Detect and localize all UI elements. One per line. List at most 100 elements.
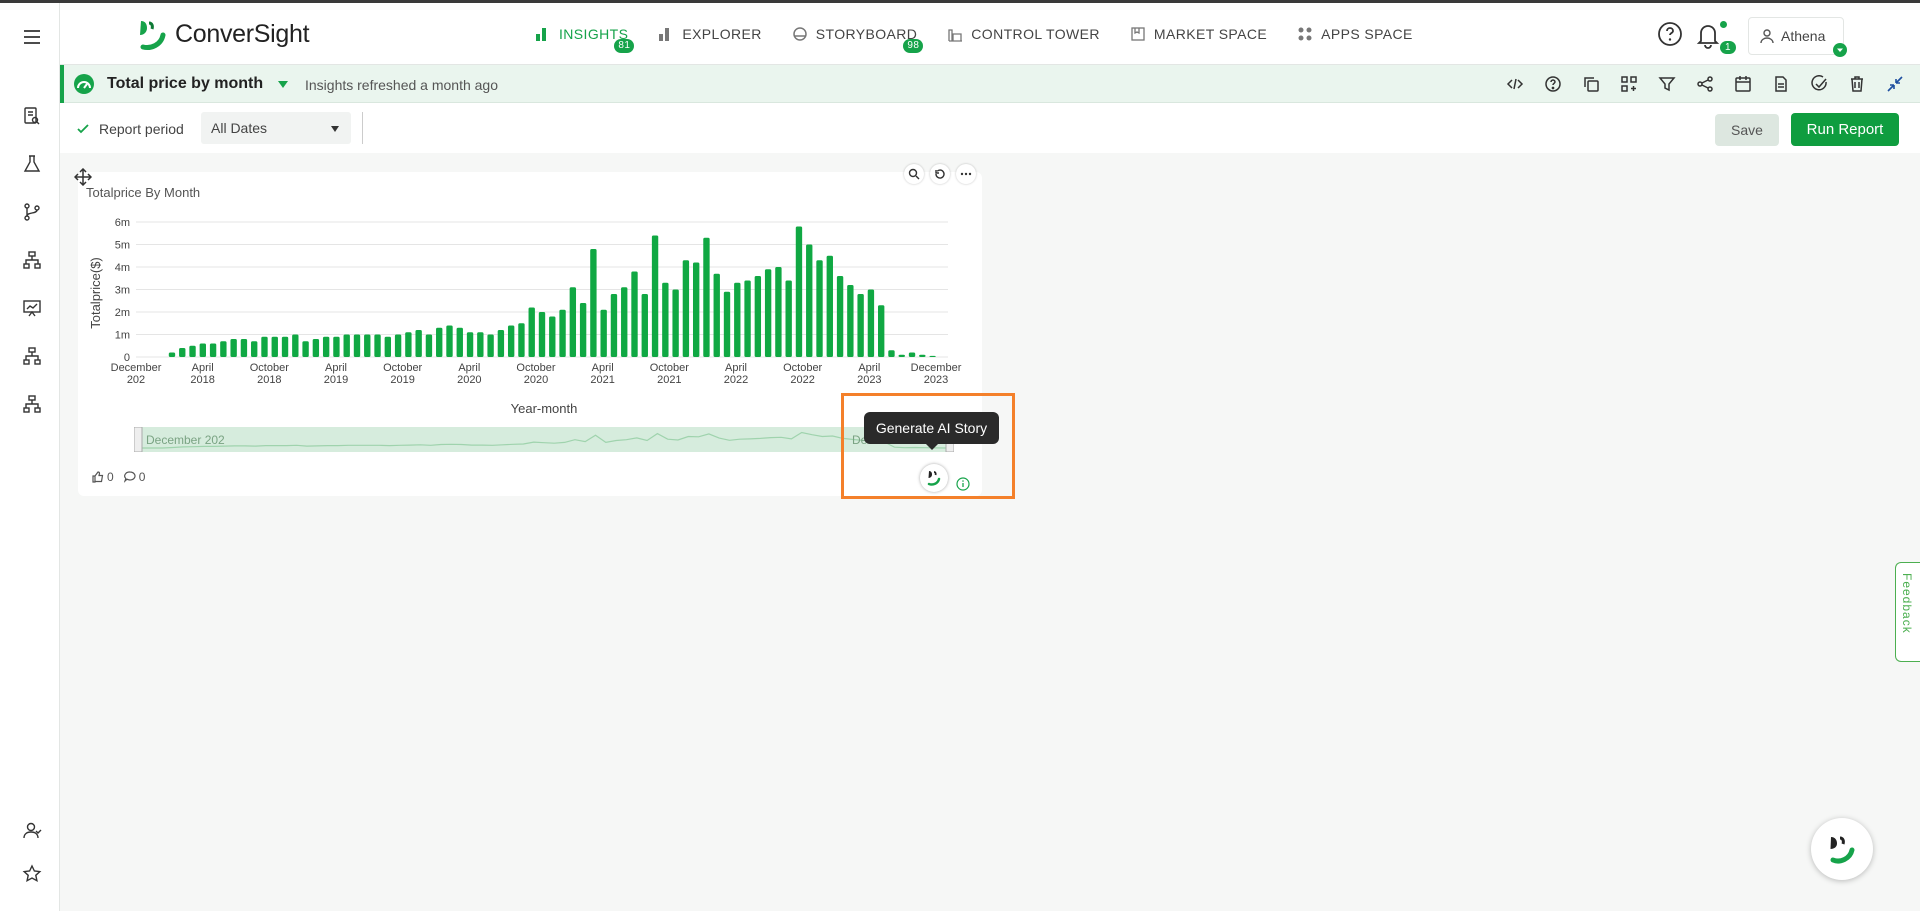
chart-bar — [559, 309, 566, 357]
chart-bar — [302, 341, 309, 357]
filter-icon[interactable] — [1656, 73, 1678, 95]
run-report-button[interactable]: Run Report — [1791, 113, 1899, 146]
x-tick-label: 2021 — [657, 374, 681, 386]
chart-range-scroller[interactable]: December 202 De — [134, 427, 954, 452]
more-options-icon[interactable] — [956, 164, 976, 184]
x-tick-label: April — [325, 362, 347, 374]
chart-bar — [734, 282, 741, 357]
move-drag-icon[interactable] — [73, 167, 93, 187]
x-tick-label: December — [111, 362, 162, 374]
chart-bar — [662, 282, 669, 357]
info-icon[interactable] — [956, 477, 970, 491]
app-name: ConverSight — [175, 19, 310, 48]
help-circle-icon[interactable] — [1542, 73, 1564, 95]
chart-bar — [744, 280, 751, 357]
help-icon[interactable] — [1657, 21, 1683, 47]
nav-insights[interactable]: INSIGHTS 81 — [535, 3, 635, 65]
scroller-start-label: December 202 — [146, 433, 225, 447]
grid-icon[interactable] — [1618, 73, 1640, 95]
nav-explorer-label: EXPLORER — [682, 26, 762, 42]
chart-bar — [857, 294, 864, 357]
nav-market-space-label: MARKET SPACE — [1153, 26, 1268, 42]
chart-bar — [919, 354, 926, 357]
calendar-icon[interactable] — [1732, 73, 1754, 95]
nav-market-space[interactable]: MARKET SPACE — [1130, 3, 1267, 65]
reset-icon[interactable] — [930, 164, 950, 184]
notification-dot — [1720, 21, 1727, 28]
x-tick-label: April — [858, 362, 880, 374]
nav-apps-space-label: APPS SPACE — [1321, 26, 1413, 42]
chart-bar — [847, 285, 854, 357]
x-tick-label: 2018 — [190, 374, 214, 386]
main-nav: INSIGHTS 81 EXPLORER STORYBOARD 98 CONTR… — [535, 3, 1443, 65]
chart-bar — [549, 316, 556, 357]
report-period-label: Report period — [99, 121, 184, 137]
user-icon — [1760, 29, 1774, 44]
chart-bar — [497, 330, 505, 357]
chart-bar — [240, 339, 248, 357]
filter-bar: Report period All Dates Save Run Report — [60, 103, 1920, 153]
x-tick-label: April — [458, 362, 480, 374]
hierarchy-icon[interactable] — [20, 248, 44, 272]
report-title-caret-icon[interactable] — [278, 81, 288, 88]
zoom-search-icon[interactable] — [904, 164, 924, 184]
x-tick-label: 2020 — [524, 374, 548, 386]
comment-button[interactable]: 0 — [123, 470, 146, 484]
branch-icon[interactable] — [20, 200, 44, 224]
chart-bar — [364, 334, 371, 357]
chart-bar — [189, 345, 196, 357]
generate-ai-story-button[interactable] — [920, 464, 948, 492]
lab-flask-icon[interactable] — [20, 152, 44, 176]
user-menu[interactable]: Athena — [1748, 17, 1844, 55]
nav-storyboard[interactable]: STORYBOARD 98 — [792, 3, 924, 65]
chart-bar — [641, 294, 648, 357]
bar-chart: 01m2m3m4m5m6m December202April2018Octobe… — [88, 217, 962, 416]
chart-bar — [692, 262, 700, 357]
collapse-icon[interactable] — [1884, 73, 1906, 95]
assistant-chat-button[interactable] — [1811, 818, 1873, 880]
y-tick-label: 4m — [115, 262, 130, 274]
feedback-tab[interactable]: Feedback — [1895, 562, 1920, 662]
users-icon[interactable] — [20, 818, 44, 842]
y-tick-label: 6m — [115, 217, 130, 229]
chart-bar — [713, 273, 720, 357]
chart-bar — [610, 294, 618, 357]
nav-explorer[interactable]: EXPLORER — [658, 3, 761, 65]
chart-bars — [168, 226, 936, 357]
chart-bar — [590, 249, 597, 357]
save-button[interactable]: Save — [1715, 114, 1779, 146]
nav-apps-space[interactable]: APPS SPACE — [1297, 3, 1413, 65]
hamburger-menu-icon[interactable] — [20, 25, 44, 49]
like-button[interactable]: 0 — [92, 470, 114, 484]
filter-divider — [362, 112, 363, 144]
comment-count: 0 — [138, 470, 146, 484]
delete-icon[interactable] — [1846, 73, 1868, 95]
share-icon[interactable] — [1694, 73, 1716, 95]
x-axis-ticks: December202April2018October2018April2019… — [111, 362, 962, 386]
period-dropdown[interactable]: All Dates — [201, 112, 351, 144]
chart-bar — [374, 334, 381, 357]
notifications-bell-icon[interactable] — [1695, 21, 1721, 49]
report-period-checkbox[interactable] — [76, 122, 90, 136]
x-tick-label: October — [383, 362, 422, 374]
document-icon[interactable] — [1770, 73, 1792, 95]
check-circle-icon[interactable] — [1808, 73, 1830, 95]
ai-story-icon — [927, 471, 941, 486]
x-tick-label: 2023 — [924, 374, 948, 386]
presentation-chart-icon[interactable] — [20, 296, 44, 320]
app-logo[interactable]: ConverSight — [135, 17, 310, 51]
chart-bar — [836, 276, 844, 357]
report-search-icon[interactable] — [20, 104, 44, 128]
star-icon[interactable] — [20, 862, 44, 886]
chart-bar — [888, 350, 895, 357]
user-menu-caret-icon[interactable] — [1833, 43, 1847, 57]
nav-control-tower[interactable]: CONTROL TOWER — [947, 3, 1100, 65]
code-icon[interactable] — [1504, 73, 1526, 95]
network-icon[interactable] — [20, 392, 44, 416]
comment-icon — [123, 471, 136, 483]
org-chart-icon[interactable] — [20, 344, 44, 368]
copy-icon[interactable] — [1580, 73, 1602, 95]
title-accent-bar — [60, 65, 64, 103]
chart-bar — [292, 334, 299, 357]
report-title[interactable]: Total price by month — [107, 75, 263, 93]
